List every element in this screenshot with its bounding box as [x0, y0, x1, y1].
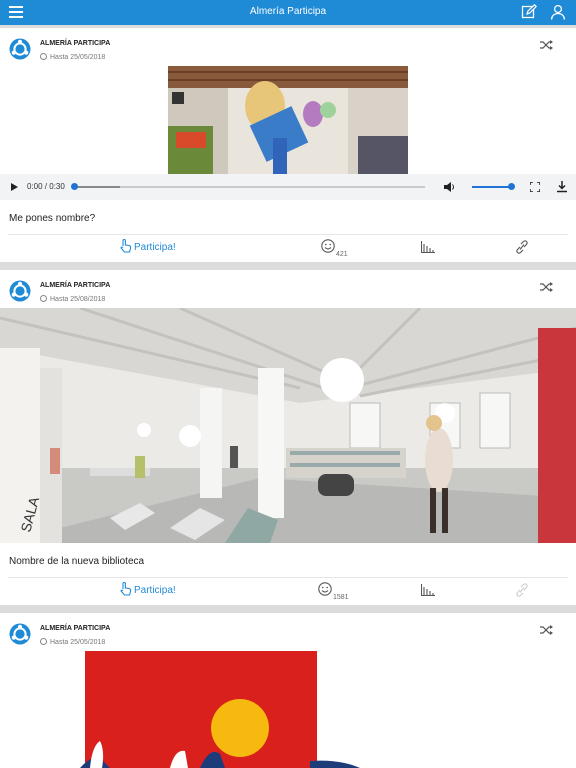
deadline-date: Hasta 25/05/2018 — [40, 53, 105, 61]
org-logo — [9, 623, 31, 645]
smiley-icon — [321, 239, 335, 253]
post-caption: Me pones nombre? — [9, 213, 96, 224]
stats-icon[interactable] — [421, 584, 435, 596]
download-icon[interactable] — [557, 181, 567, 193]
org-logo — [9, 280, 31, 302]
post-caption: Nombre de la nueva biblioteca — [9, 556, 145, 567]
clock-icon — [40, 53, 47, 60]
org-name: ALMERÍA PARTICIPA — [40, 625, 111, 632]
participa-button[interactable]: Participa! — [120, 581, 176, 596]
participa-button[interactable]: Participa! — [120, 238, 176, 253]
clock-icon — [40, 638, 47, 645]
play-icon[interactable] — [10, 182, 19, 192]
deadline-date: Hasta 25/08/2018 — [40, 295, 105, 303]
shuffle-icon[interactable] — [540, 624, 554, 636]
org-logo — [9, 38, 31, 60]
smiley-icon — [318, 582, 332, 596]
edit-icon[interactable] — [521, 4, 537, 20]
reaction-count: 1581 — [333, 594, 349, 601]
deadline-date: Hasta 25/05/2018 — [40, 638, 105, 646]
post-card: ALMERÍA PARTICIPA Hasta 25/05/2018 0:00 … — [0, 28, 576, 262]
post-image[interactable] — [60, 651, 360, 768]
audio-time: 0:00 / 0:30 — [27, 182, 65, 191]
post-image[interactable]: SALA — [0, 308, 576, 543]
post-header: ALMERÍA PARTICIPA Hasta 25/08/2018 — [0, 270, 576, 310]
reactions-button[interactable]: 1581 — [318, 582, 349, 601]
audio-buffered — [74, 186, 120, 188]
post-header: ALMERÍA PARTICIPA Hasta 25/05/2018 — [0, 613, 576, 653]
hand-pointer-icon — [120, 581, 132, 596]
link-icon[interactable] — [516, 240, 528, 254]
reactions-button[interactable]: 421 — [321, 239, 348, 258]
audio-player: 0:00 / 0:30 — [0, 174, 576, 200]
shuffle-icon[interactable] — [540, 39, 554, 51]
user-icon[interactable] — [550, 4, 566, 20]
audio-seek-bar[interactable] — [74, 186, 425, 188]
link-icon[interactable] — [516, 583, 528, 597]
seek-knob[interactable] — [71, 183, 78, 190]
volume-icon[interactable] — [443, 181, 455, 193]
post-header: ALMERÍA PARTICIPA Hasta 25/05/2018 — [0, 28, 576, 68]
org-name: ALMERÍA PARTICIPA — [40, 282, 111, 289]
shuffle-icon[interactable] — [540, 281, 554, 293]
post-image[interactable] — [168, 66, 408, 174]
post-actions: Participa! 1581 — [8, 577, 568, 601]
post-actions: Participa! 421 — [8, 234, 568, 258]
org-name: ALMERÍA PARTICIPA — [40, 40, 111, 47]
volume-knob[interactable] — [508, 183, 515, 190]
post-card: ALMERÍA PARTICIPA Hasta 25/05/2018 — [0, 613, 576, 768]
stats-icon[interactable] — [421, 241, 435, 253]
clock-icon — [40, 295, 47, 302]
hand-pointer-icon — [120, 238, 132, 253]
fullscreen-icon[interactable] — [530, 182, 540, 192]
app-header: Almería Participa — [0, 0, 576, 25]
post-card: ALMERÍA PARTICIPA Hasta 25/08/2018 SALA … — [0, 270, 576, 605]
reaction-count: 421 — [336, 251, 348, 258]
app-title: Almería Participa — [249, 6, 327, 17]
